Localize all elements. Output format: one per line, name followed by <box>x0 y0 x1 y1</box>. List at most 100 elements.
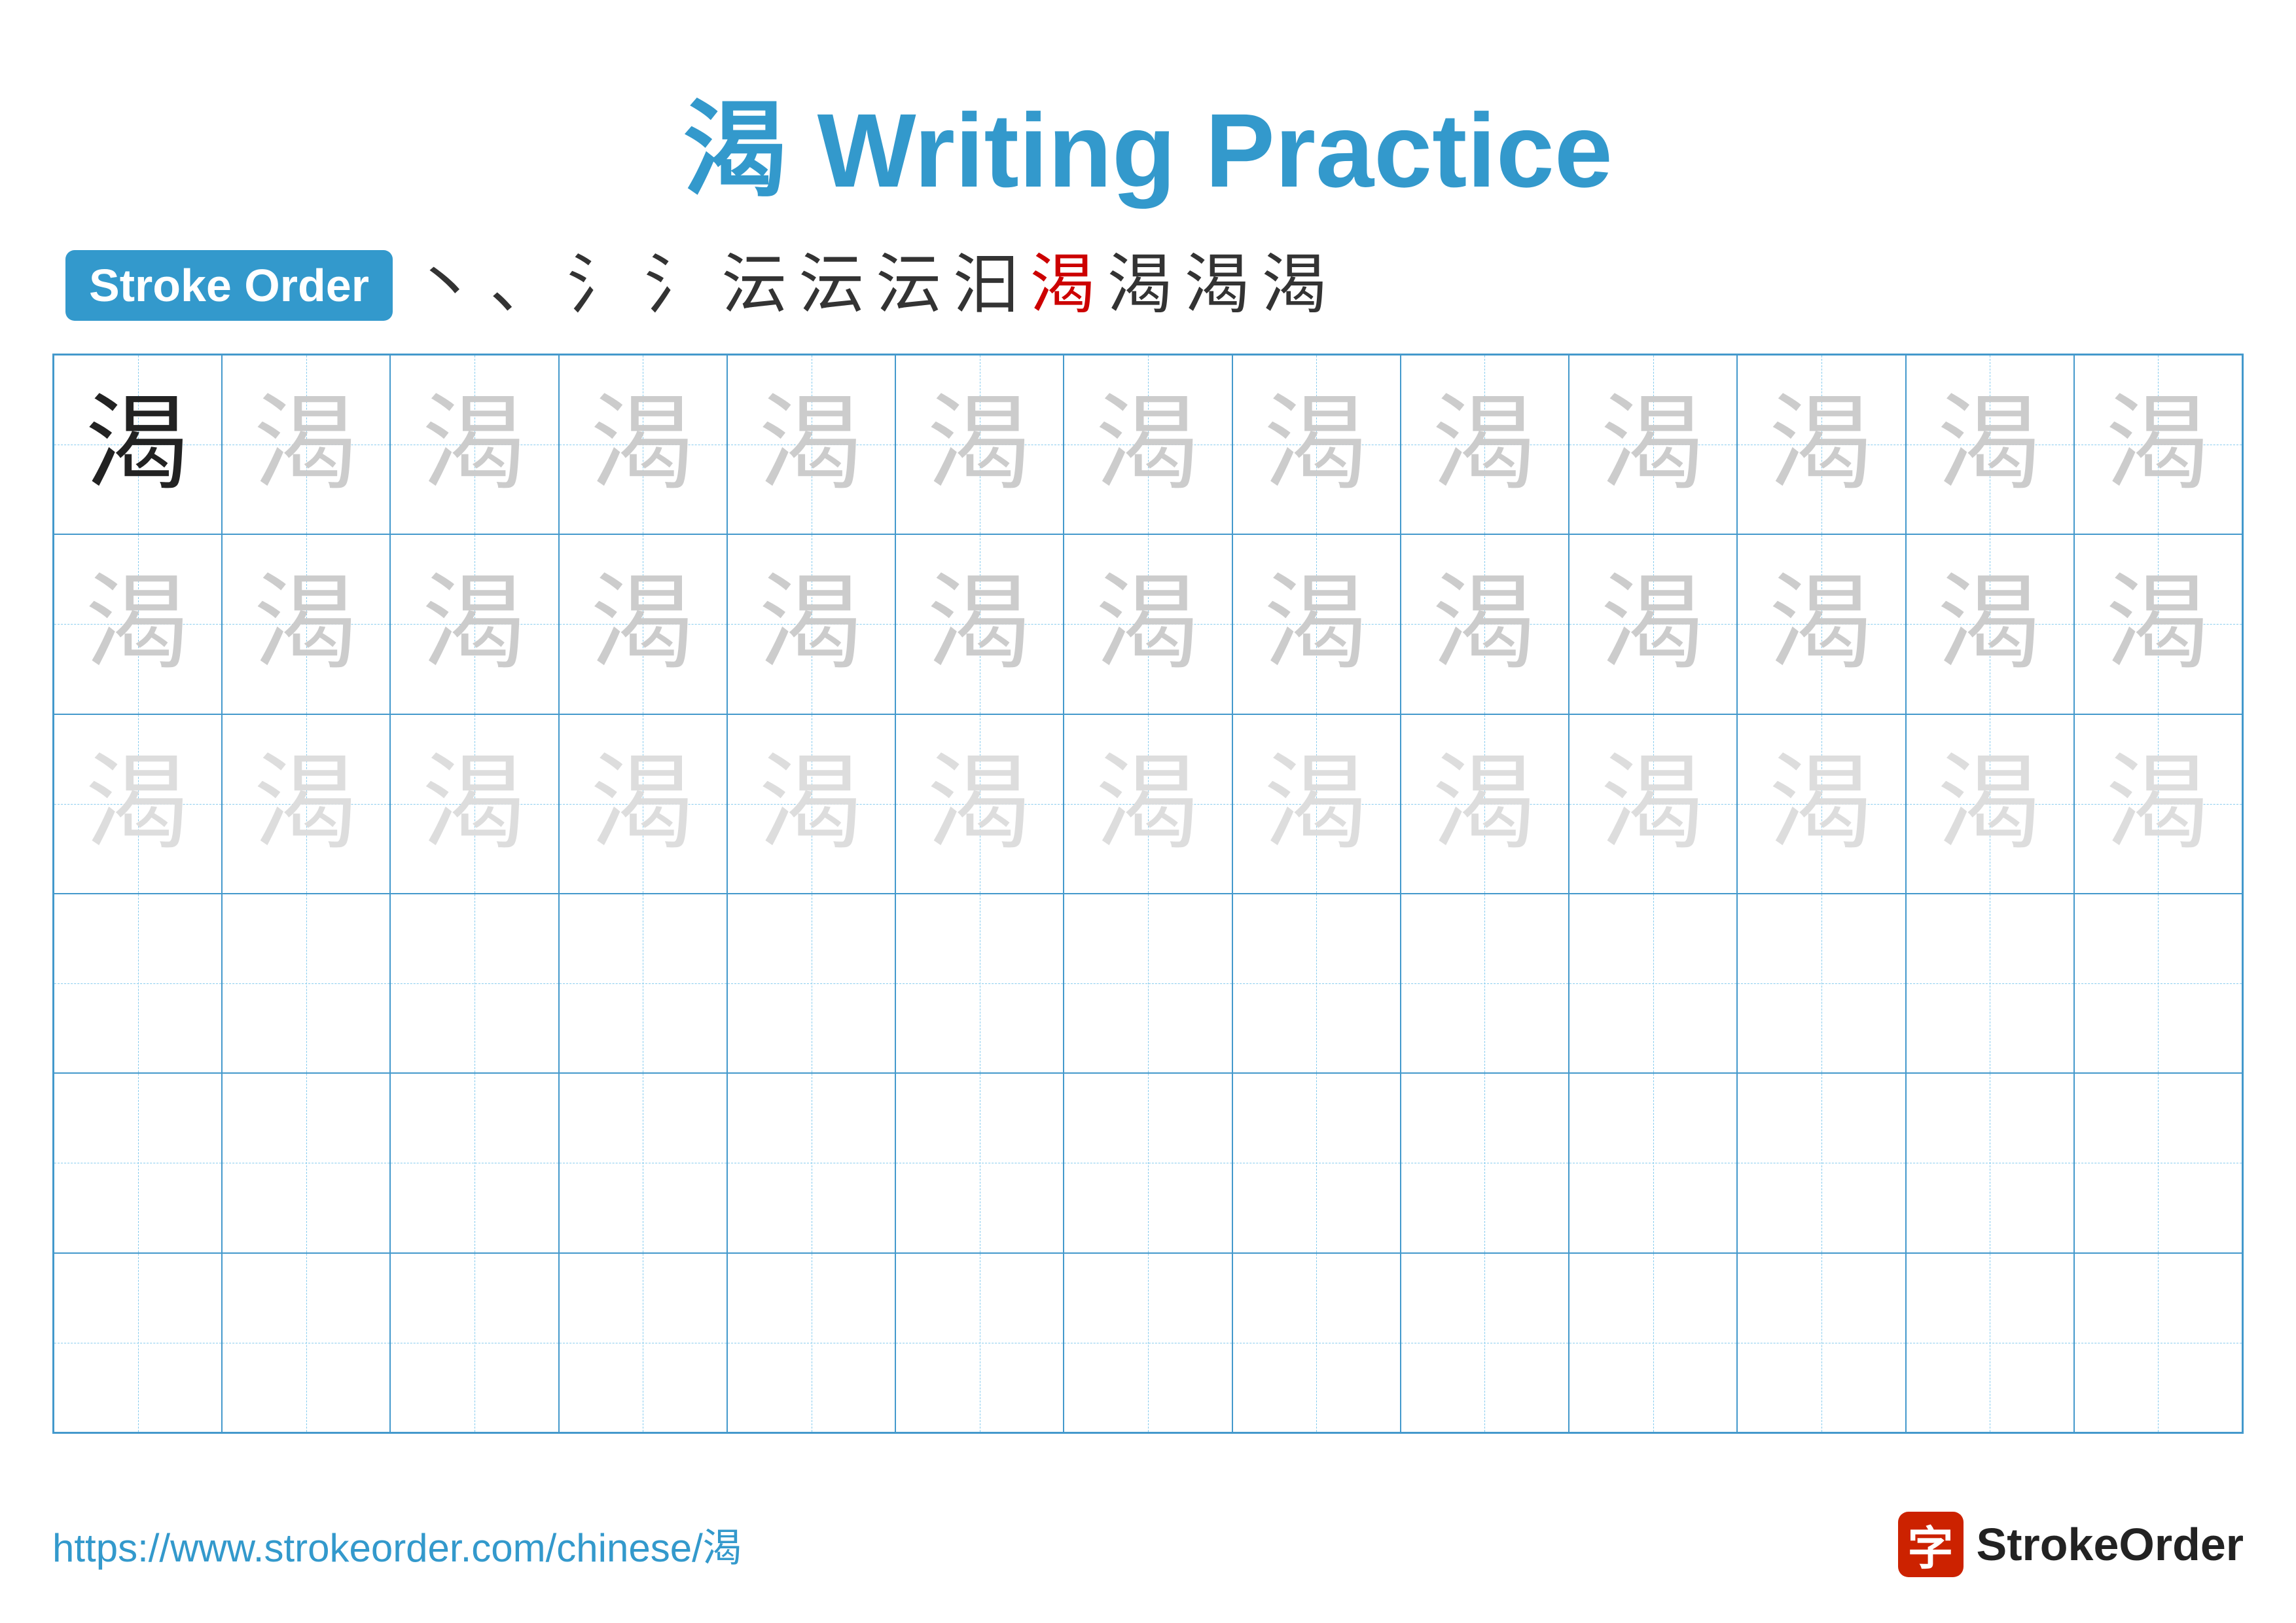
grid-cell: 渴 <box>1401 355 1569 534</box>
grid-character: 渴 <box>422 572 527 676</box>
grid-cell[interactable] <box>222 894 390 1073</box>
stroke-char-12: 渴 <box>1262 253 1327 318</box>
grid-character: 渴 <box>1264 392 1369 497</box>
grid-cell[interactable] <box>1401 894 1569 1073</box>
stroke-char-8: 汩 <box>953 253 1018 318</box>
grid-cell: 渴 <box>1569 714 1737 894</box>
grid-cell: 渴 <box>390 355 558 534</box>
grid-cell[interactable] <box>1906 1253 2074 1432</box>
grid-character: 渴 <box>1769 392 1874 497</box>
grid-character: 渴 <box>927 572 1032 676</box>
grid-character: 渴 <box>422 392 527 497</box>
grid-cell[interactable] <box>1906 894 2074 1073</box>
grid-character: 渴 <box>590 572 695 676</box>
grid-cell[interactable] <box>1569 894 1737 1073</box>
grid-cell: 渴 <box>54 355 222 534</box>
grid-cell[interactable] <box>222 1253 390 1432</box>
grid-cell[interactable] <box>1569 1073 1737 1252</box>
stroke-char-5: 沄 <box>721 253 787 318</box>
grid-cell: 渴 <box>2074 714 2242 894</box>
stroke-char-2: 、 <box>490 253 555 318</box>
grid-cell: 渴 <box>1232 714 1401 894</box>
grid-cell[interactable] <box>559 894 727 1073</box>
grid-cell[interactable] <box>54 1073 222 1252</box>
grid-character: 渴 <box>759 752 864 856</box>
footer: https://www.strokeorder.com/chinese/渴 字 … <box>52 1512 2244 1577</box>
logo-icon: 字 <box>1898 1512 1964 1577</box>
grid-cell: 渴 <box>727 534 895 714</box>
grid-cell[interactable] <box>1064 894 1232 1073</box>
grid-character: 渴 <box>1096 392 1200 497</box>
grid-character: 渴 <box>1601 572 1706 676</box>
grid-character: 渴 <box>927 392 1032 497</box>
writing-grid[interactable]: 渴渴渴渴渴渴渴渴渴渴渴渴渴渴渴渴渴渴渴渴渴渴渴渴渴渴渴渴渴渴渴渴渴渴渴渴渴渴渴 <box>52 354 2244 1434</box>
footer-logo: 字 StrokeOrder <box>1898 1512 2244 1577</box>
grid-cell[interactable] <box>1737 1073 1905 1252</box>
grid-character: 渴 <box>254 392 359 497</box>
stroke-char-9: 渴 <box>1030 253 1096 318</box>
grid-character: 渴 <box>254 752 359 856</box>
grid-character: 渴 <box>1432 752 1537 856</box>
grid-cell[interactable] <box>222 1073 390 1252</box>
grid-cell: 渴 <box>1064 534 1232 714</box>
grid-cell: 渴 <box>1232 355 1401 534</box>
grid-character: 渴 <box>590 392 695 497</box>
grid-cell[interactable] <box>54 894 222 1073</box>
grid-cell: 渴 <box>1401 534 1569 714</box>
grid-cell: 渴 <box>895 714 1064 894</box>
grid-cell[interactable] <box>1232 1253 1401 1432</box>
grid-cell[interactable] <box>1401 1073 1569 1252</box>
grid-cell: 渴 <box>1906 714 2074 894</box>
grid-cell[interactable] <box>390 1253 558 1432</box>
grid-cell[interactable] <box>390 894 558 1073</box>
grid-cell[interactable] <box>1064 1073 1232 1252</box>
grid-cell[interactable] <box>1064 1253 1232 1432</box>
grid-cell: 渴 <box>2074 355 2242 534</box>
grid-cell[interactable] <box>2074 1073 2242 1252</box>
grid-cell[interactable] <box>2074 894 2242 1073</box>
grid-cell: 渴 <box>1569 534 1737 714</box>
grid-cell[interactable] <box>390 1073 558 1252</box>
grid-cell[interactable] <box>727 1253 895 1432</box>
grid-cell[interactable] <box>2074 1253 2242 1432</box>
grid-character: 渴 <box>1096 572 1200 676</box>
stroke-char-3: 氵 <box>567 253 632 318</box>
grid-cell[interactable] <box>1569 1253 1737 1432</box>
footer-url: https://www.strokeorder.com/chinese/渴 <box>52 1516 742 1573</box>
grid-character: 渴 <box>1432 392 1537 497</box>
grid-character: 渴 <box>86 572 190 676</box>
grid-cell: 渴 <box>1569 355 1737 534</box>
grid-cell[interactable] <box>1401 1253 1569 1432</box>
grid-cell: 渴 <box>1906 534 2074 714</box>
grid-character: 渴 <box>759 392 864 497</box>
grid-cell: 渴 <box>222 534 390 714</box>
grid-cell: 渴 <box>727 714 895 894</box>
grid-cell: 渴 <box>559 714 727 894</box>
grid-cell[interactable] <box>559 1073 727 1252</box>
grid-cell[interactable] <box>727 1073 895 1252</box>
grid-cell[interactable] <box>895 1073 1064 1252</box>
grid-character: 渴 <box>1601 752 1706 856</box>
grid-cell[interactable] <box>1737 894 1905 1073</box>
grid-cell: 渴 <box>1232 534 1401 714</box>
grid-cell[interactable] <box>1232 894 1401 1073</box>
grid-character: 渴 <box>1769 572 1874 676</box>
grid-cell: 渴 <box>222 714 390 894</box>
grid-character: 渴 <box>1096 752 1200 856</box>
stroke-char-1: 丶 <box>412 253 478 318</box>
grid-cell[interactable] <box>895 894 1064 1073</box>
grid-character: 渴 <box>1432 572 1537 676</box>
grid-cell[interactable] <box>1737 1253 1905 1432</box>
grid-cell: 渴 <box>54 714 222 894</box>
grid-cell[interactable] <box>54 1253 222 1432</box>
grid-cell[interactable] <box>1906 1073 2074 1252</box>
grid-cell: 渴 <box>390 534 558 714</box>
grid-cell: 渴 <box>895 355 1064 534</box>
grid-cell[interactable] <box>895 1253 1064 1432</box>
grid-cell[interactable] <box>559 1253 727 1432</box>
grid-cell: 渴 <box>895 534 1064 714</box>
grid-cell[interactable] <box>1232 1073 1401 1252</box>
grid-cell: 渴 <box>1064 714 1232 894</box>
grid-cell[interactable] <box>727 894 895 1073</box>
grid-cell: 渴 <box>2074 534 2242 714</box>
